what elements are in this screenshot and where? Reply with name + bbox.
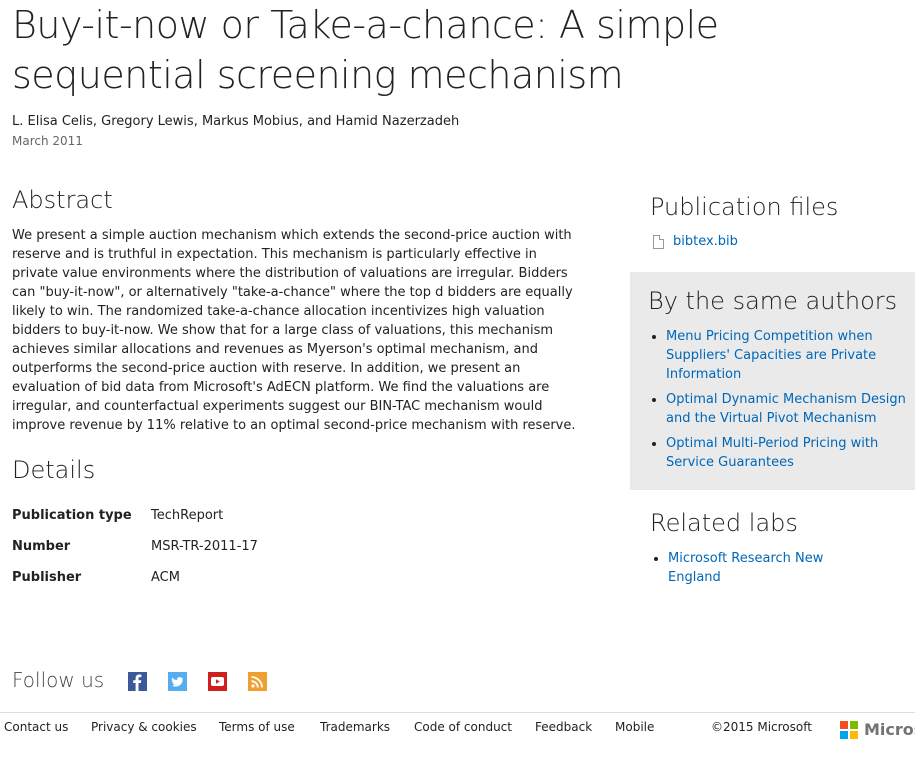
bibtex-link[interactable]: bibtex.bib	[673, 234, 738, 249]
microsoft-logo[interactable]: Microsoft	[840, 720, 915, 739]
footer-divider	[0, 712, 915, 713]
page-title: Buy-it-now or Take-a-chance: A simple se…	[12, 3, 719, 97]
footer-link-conduct[interactable]: Code of conduct	[414, 720, 512, 734]
youtube-icon[interactable]	[208, 672, 227, 691]
details-heading: Details	[12, 456, 96, 484]
details-key: Publisher	[12, 570, 82, 585]
related-labs-heading: Related labs	[650, 509, 798, 537]
details-value: MSR-TR-2011-17	[151, 539, 258, 554]
footer-link-privacy[interactable]: Privacy & cookies	[91, 720, 197, 734]
footer-link-contact[interactable]: Contact us	[4, 720, 68, 734]
abstract-text: We present a simple auction mechanism wh…	[12, 228, 576, 433]
related-pub-link[interactable]: Optimal Dynamic Mechanism Design and the…	[666, 392, 906, 426]
file-icon	[653, 234, 664, 249]
same-authors-heading: By the same authors	[648, 287, 898, 315]
lab-link[interactable]: Microsoft Research New England	[668, 551, 823, 585]
abstract-heading: Abstract	[12, 186, 113, 214]
twitter-icon[interactable]	[168, 672, 187, 691]
related-pub-link[interactable]: Optimal Multi-Period Pricing with Servic…	[666, 436, 878, 470]
authors: L. Elisa Celis, Gregory Lewis, Markus Mo…	[12, 114, 460, 129]
details-key: Number	[12, 539, 71, 554]
list-item: Microsoft Research New England	[668, 549, 858, 587]
facebook-icon[interactable]	[128, 672, 147, 691]
copyright: ©2015 Microsoft	[711, 720, 812, 734]
details-value: TechReport	[151, 508, 224, 523]
details-value: ACM	[151, 570, 180, 585]
publication-date: March 2011	[12, 134, 83, 148]
details-row: Number MSR-TR-2011-17	[12, 531, 258, 562]
details-key: Publication type	[12, 508, 132, 523]
file-item[interactable]: bibtex.bib	[653, 234, 738, 249]
rss-icon[interactable]	[248, 672, 267, 691]
related-labs-list: Microsoft Research New England	[650, 549, 858, 587]
publication-files-heading: Publication files	[650, 193, 839, 221]
list-item: Optimal Multi-Period Pricing with Servic…	[666, 434, 915, 472]
footer-link-mobile[interactable]: Mobile	[615, 720, 654, 734]
footer-link-terms[interactable]: Terms of use	[219, 720, 295, 734]
list-item: Menu Pricing Competition when Suppliers'…	[666, 327, 915, 384]
list-item: Optimal Dynamic Mechanism Design and the…	[666, 390, 915, 428]
related-pub-link[interactable]: Menu Pricing Competition when Suppliers'…	[666, 329, 876, 382]
follow-us-label: Follow us	[12, 668, 105, 692]
footer-link-feedback[interactable]: Feedback	[535, 720, 592, 734]
microsoft-logo-text: Microsoft	[864, 720, 915, 739]
footer-link-trademarks[interactable]: Trademarks	[320, 720, 390, 734]
microsoft-logo-icon	[840, 720, 858, 739]
details-row: Publisher ACM	[12, 562, 258, 593]
details-table: Publication type TechReport Number MSR-T…	[12, 500, 258, 593]
details-row: Publication type TechReport	[12, 500, 258, 531]
same-authors-list: Menu Pricing Competition when Suppliers'…	[648, 327, 915, 478]
